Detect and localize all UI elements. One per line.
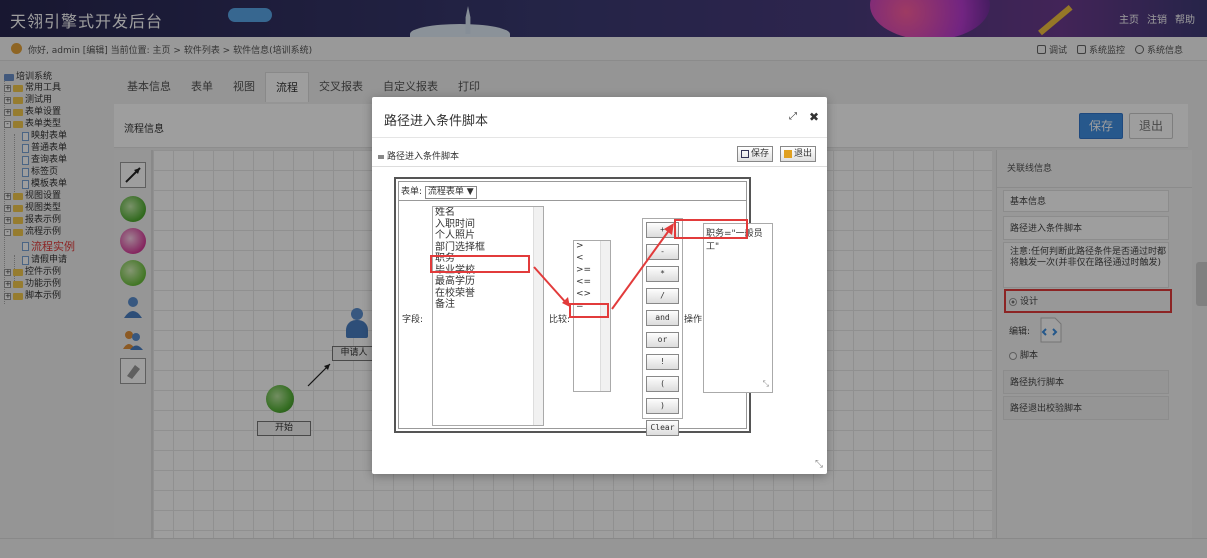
- resize-grip-icon[interactable]: ⤡: [763, 379, 769, 389]
- save-icon: [741, 149, 749, 158]
- dialog-exit-button[interactable]: 退出: [780, 146, 817, 162]
- bullet-icon: [378, 154, 384, 159]
- arrow-field-to-compare: [533, 266, 569, 306]
- annotation-arrows: [533, 223, 674, 310]
- close-icon[interactable]: ✖: [809, 110, 819, 124]
- field-option[interactable]: 姓名: [433, 207, 543, 219]
- dialog-title: 路径进入条件脚本: [384, 114, 489, 129]
- expression-textarea[interactable]: 职务="一般员工" ⤡: [703, 223, 773, 393]
- op-lparen-button[interactable]: (: [646, 376, 679, 392]
- field-option[interactable]: 在校荣誉: [433, 288, 543, 300]
- field-option[interactable]: 最高学历: [433, 276, 543, 288]
- arrowhead-2: [664, 223, 674, 235]
- dialog-exit-label: 退出: [794, 149, 813, 159]
- form-select-value: 流程表单: [427, 187, 464, 197]
- form-select[interactable]: 流程表单 ▼: [424, 186, 477, 199]
- exit-icon: [784, 149, 792, 158]
- dialog-divider: [372, 166, 827, 167]
- dialog-subheading: 路径进入条件脚本: [378, 149, 459, 162]
- dialog-save-button[interactable]: 保存: [737, 146, 774, 162]
- form-selector-row: 表单: 流程表单 ▼: [401, 184, 477, 199]
- op-rparen-button[interactable]: ): [646, 398, 679, 414]
- script-dialog: 路径进入条件脚本 ⤢ ✖ 路径进入条件脚本 保存 退出 表单: 流程表单 ▼ 字…: [372, 97, 827, 474]
- field-label: 字段:: [402, 315, 424, 325]
- op-or-button[interactable]: or: [646, 332, 679, 348]
- form-label: 表单:: [401, 187, 423, 197]
- field-option[interactable]: 个人照片: [433, 230, 543, 242]
- highlight-field-option: [430, 255, 530, 273]
- operation-label: 操作:: [684, 315, 706, 325]
- op-not-button[interactable]: !: [646, 354, 679, 370]
- field-listbox[interactable]: 姓名 入职时间 个人照片 部门选择框 职务 毕业学校 最高学历 在校荣誉 备注: [432, 206, 544, 426]
- highlight-expression: [674, 219, 748, 239]
- maximize-icon[interactable]: ⤢: [789, 111, 797, 122]
- field-option[interactable]: 备注: [433, 299, 543, 311]
- field-option[interactable]: 部门选择框: [433, 242, 543, 254]
- subheading-label: 路径进入条件脚本: [387, 152, 460, 162]
- dialog-divider: [372, 137, 827, 138]
- dialog-save-label: 保存: [751, 149, 770, 159]
- op-clear-button[interactable]: Clear: [646, 420, 679, 436]
- arrow-compare-to-expression: [611, 228, 671, 310]
- dialog-resize-icon[interactable]: ⤡: [815, 459, 823, 470]
- designer-divider: [399, 200, 746, 201]
- field-option[interactable]: 入职时间: [433, 219, 543, 231]
